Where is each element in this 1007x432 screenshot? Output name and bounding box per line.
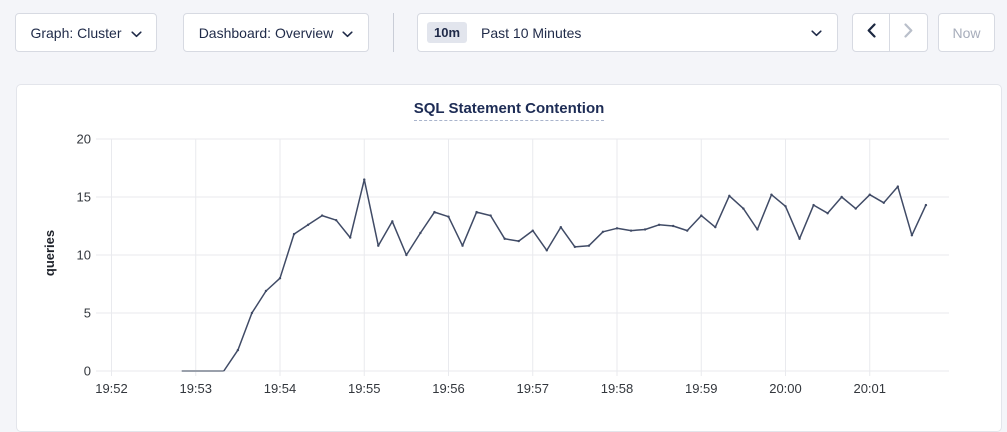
now-button[interactable]: Now xyxy=(938,13,995,52)
svg-text:20:00: 20:00 xyxy=(769,381,802,396)
svg-text:queries: queries xyxy=(42,230,57,276)
chevron-right-icon xyxy=(904,23,913,43)
chart-card: SQL Statement Contention 0510152019:5219… xyxy=(16,84,1002,432)
toolbar-divider xyxy=(393,13,394,52)
svg-text:19:55: 19:55 xyxy=(348,381,381,396)
svg-text:5: 5 xyxy=(84,306,91,321)
chevron-left-icon xyxy=(867,23,876,43)
svg-text:0: 0 xyxy=(84,364,91,379)
now-button-label: Now xyxy=(952,25,980,41)
svg-text:20:01: 20:01 xyxy=(853,381,886,396)
svg-text:19:58: 19:58 xyxy=(601,381,634,396)
svg-text:19:56: 19:56 xyxy=(432,381,465,396)
svg-text:19:54: 19:54 xyxy=(264,381,297,396)
chevron-down-icon xyxy=(131,25,142,41)
svg-text:19:57: 19:57 xyxy=(516,381,549,396)
line-chart-plot-area[interactable]: 0 5 10 15 20 19:52 19:53 19:54 19:55 19:56 19:57 19… xyxy=(17,85,1003,432)
metrics-page: { "toolbar": { "graph_button_label": "Gr… xyxy=(0,0,1007,432)
svg-text:19:59: 19:59 xyxy=(685,381,718,396)
graph-dropdown-label: Graph: Cluster xyxy=(30,25,121,41)
svg-text:20: 20 xyxy=(77,132,91,147)
time-range-label: Past 10 Minutes xyxy=(481,25,811,41)
svg-text:19:53: 19:53 xyxy=(179,381,212,396)
time-step-button-group xyxy=(852,13,928,52)
time-range-dropdown[interactable]: 10m Past 10 Minutes xyxy=(417,13,838,52)
svg-text:10: 10 xyxy=(77,248,91,263)
dashboard-dropdown[interactable]: Dashboard: Overview xyxy=(183,13,369,52)
next-time-button[interactable] xyxy=(890,14,927,51)
svg-text:15: 15 xyxy=(77,190,91,205)
previous-time-button[interactable] xyxy=(853,14,890,51)
svg-text:19:52: 19:52 xyxy=(95,381,128,396)
graph-dropdown[interactable]: Graph: Cluster xyxy=(15,13,157,52)
time-range-badge: 10m xyxy=(427,22,467,43)
chevron-down-icon xyxy=(811,24,822,42)
chevron-down-icon xyxy=(342,25,353,41)
dashboard-dropdown-label: Dashboard: Overview xyxy=(199,25,334,41)
